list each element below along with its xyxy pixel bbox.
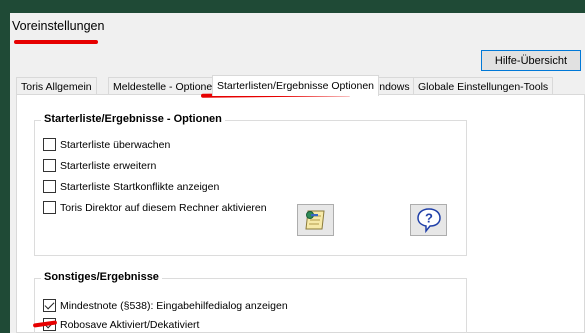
svg-text:?: ? bbox=[425, 211, 433, 226]
starterliste-options-group: Starterliste/Ergebnisse - Optionen Start… bbox=[34, 113, 467, 256]
checkbox-box[interactable] bbox=[43, 138, 56, 151]
group-title: Sonstiges/Ergebnisse bbox=[41, 271, 162, 283]
sonstiges-ergebnisse-group: Sonstiges/Ergebnisse Mindestnote (§538):… bbox=[34, 271, 467, 333]
checkbox-label: Robosave Aktiviert/Dekativiert bbox=[60, 318, 200, 331]
checkbox-box[interactable] bbox=[43, 299, 56, 312]
help-overview-button[interactable]: Hilfe-Übersicht bbox=[481, 50, 581, 71]
annotation-underline-title bbox=[14, 40, 98, 44]
checkbox-robosave[interactable]: Robosave Aktiviert/Dekativiert bbox=[43, 318, 199, 331]
help-question-icon: ? bbox=[416, 208, 441, 233]
checkbox-starterliste-ueberwachen[interactable]: Starterliste überwachen bbox=[43, 138, 170, 151]
checkbox-box[interactable] bbox=[43, 201, 56, 214]
tab-globale-einstellungen-tools[interactable]: Globale Einstellungen-Tools bbox=[413, 77, 554, 95]
checkbox-label: Mindestnote (§538): Eingabehilfedialog a… bbox=[60, 299, 288, 312]
checkbox-toris-direktor-aktivieren[interactable]: Toris Direktor auf diesem Rechner aktivi… bbox=[43, 201, 267, 214]
notes-icon bbox=[304, 210, 325, 230]
tab-panel: Starterliste/Ergebnisse - Optionen Start… bbox=[16, 94, 585, 333]
checkbox-box[interactable] bbox=[43, 180, 56, 193]
help-button[interactable]: ? bbox=[410, 204, 447, 236]
preferences-window: Voreinstellungen Hilfe-Übersicht Toris A… bbox=[10, 13, 585, 333]
checkbox-label: Starterliste Startkonflikte anzeigen bbox=[60, 180, 220, 193]
window-title: Voreinstellungen bbox=[12, 19, 105, 33]
tab-meldestelle-optionen[interactable]: Meldestelle - Optionen bbox=[108, 77, 224, 95]
checkbox-label: Starterliste erweitern bbox=[60, 159, 157, 172]
group-title: Starterliste/Ergebnisse - Optionen bbox=[41, 113, 225, 125]
checkbox-mindestnote-eingabehilfe[interactable]: Mindestnote (§538): Eingabehilfedialog a… bbox=[43, 299, 288, 312]
tab-strip: Toris Allgemein Meldestelle - Optionen S… bbox=[16, 75, 585, 96]
checkbox-starterliste-erweitern[interactable]: Starterliste erweitern bbox=[43, 159, 156, 172]
notes-button[interactable] bbox=[297, 204, 334, 236]
checkbox-label: Starterliste überwachen bbox=[60, 138, 171, 151]
tab-toris-allgemein[interactable]: Toris Allgemein bbox=[16, 77, 97, 95]
checkbox-box[interactable] bbox=[43, 159, 56, 172]
checkbox-startkonflikte-anzeigen[interactable]: Starterliste Startkonflikte anzeigen bbox=[43, 180, 219, 193]
tab-starterlisten-ergebnisse[interactable]: Starterlisten/Ergebnisse Optionen bbox=[212, 75, 380, 96]
checkbox-label: Toris Direktor auf diesem Rechner aktivi… bbox=[60, 201, 267, 214]
